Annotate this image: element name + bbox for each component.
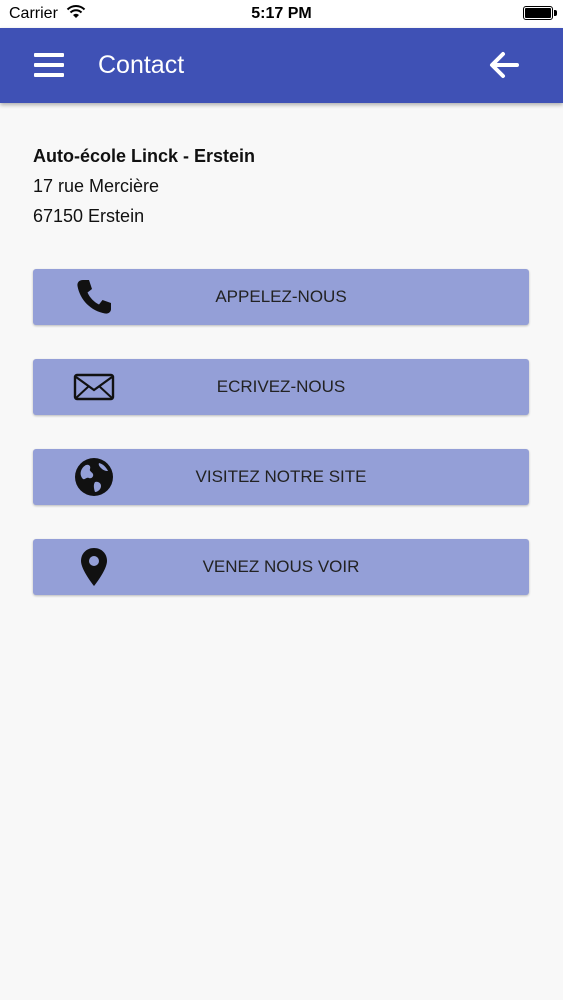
come-see-us-button[interactable]: VENEZ NOUS VOIR xyxy=(33,539,529,595)
call-us-button[interactable]: APPELEZ-NOUS xyxy=(33,269,529,325)
visit-website-button[interactable]: VISITEZ NOTRE SITE xyxy=(33,449,529,505)
hamburger-menu-icon[interactable] xyxy=(34,53,64,77)
app-bar: Contact xyxy=(0,28,563,103)
business-name: Auto-école Linck - Erstein xyxy=(33,146,256,166)
write-us-label: ECRIVEZ-NOUS xyxy=(216,377,346,396)
battery-icon xyxy=(523,6,557,20)
write-us-button[interactable]: ECRIVEZ-NOUS xyxy=(33,359,529,415)
address-street: 17 rue Mercière xyxy=(33,176,160,196)
come-see-us-label: VENEZ NOUS VOIR xyxy=(202,557,360,576)
call-us-label: APPELEZ-NOUS xyxy=(215,287,347,306)
status-bar: Carrier 5:17 PM xyxy=(0,0,563,28)
address-city: 67150 Erstein xyxy=(33,206,145,226)
address-block: Auto-école Linck - Erstein 17 rue Merciè… xyxy=(33,141,255,231)
page-title: Contact xyxy=(98,51,185,79)
visit-website-label: VISITEZ NOTRE SITE xyxy=(195,467,367,486)
arrow-left-icon[interactable] xyxy=(487,48,521,82)
status-time: 5:17 PM xyxy=(251,5,312,22)
